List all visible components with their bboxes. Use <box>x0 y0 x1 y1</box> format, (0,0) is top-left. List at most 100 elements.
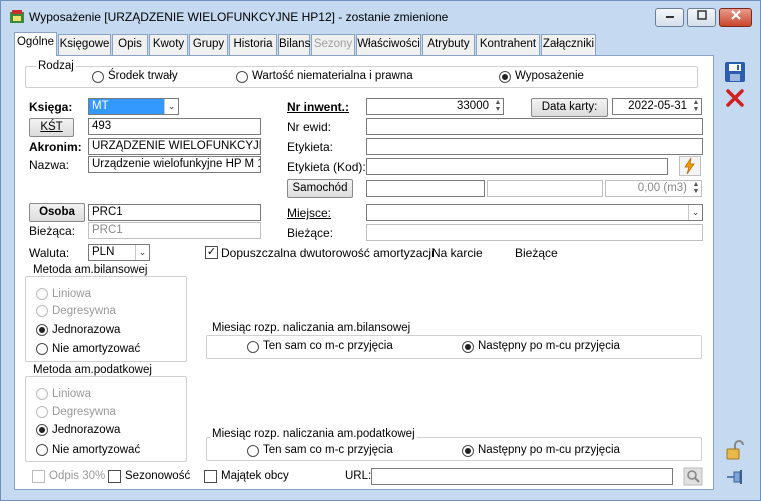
lightning-button[interactable] <box>679 156 701 176</box>
rodzaj-label: Rodzaj <box>36 60 76 72</box>
majatek-obcy-label: Majątek obcy <box>221 470 289 482</box>
pod-degresywna-radio <box>36 406 48 418</box>
rodzaj-srodek-trwaly-radio[interactable] <box>92 71 104 83</box>
pod-option-label: Degresywna <box>52 406 116 418</box>
general-panel: Rodzaj Środek trwały Wartość niematerial… <box>14 55 714 490</box>
bil-ten-sam-radio[interactable] <box>247 341 259 353</box>
tab-ksiegowe[interactable]: Księgowe <box>58 34 111 55</box>
pod-nie-amortyzowac-radio[interactable] <box>36 444 48 456</box>
miesiac-pod-option: Ten sam co m-c przyjęcia <box>263 444 393 456</box>
nr-ewid-field[interactable] <box>366 118 703 135</box>
spinner-icon[interactable]: ▲ ▼ <box>493 99 503 114</box>
etykieta-field[interactable] <box>366 138 703 155</box>
ksiega-value: MT <box>89 99 164 114</box>
majatek-obcy-checkbox[interactable] <box>204 470 217 483</box>
bil-nie-amortyzowac-radio[interactable] <box>36 343 48 355</box>
minimize-button[interactable] <box>655 8 684 27</box>
chevron-down-icon[interactable]: ⌄ <box>688 205 702 220</box>
spinner-icon[interactable]: ▲ ▼ <box>691 99 701 114</box>
url-open-button[interactable] <box>683 467 703 486</box>
url-label: URL: <box>345 470 372 482</box>
biezace-field <box>366 224 703 241</box>
bil-option-label: Degresywna <box>52 305 116 317</box>
tab-atrybuty[interactable]: Atrybuty <box>422 34 475 55</box>
pojemnosc-field: 0,00 (m3) ▲ ▼ <box>605 180 702 197</box>
data-karty-value: 2022-05-31 <box>628 100 687 112</box>
tab-wlasciwosci[interactable]: Właściwości <box>356 34 421 55</box>
nr-inwent-label: Nr inwent.: <box>287 100 349 114</box>
bil-degresywna-radio <box>36 305 48 317</box>
miejsce-select[interactable]: ⌄ <box>366 204 703 221</box>
delete-icon <box>726 89 744 107</box>
miesiac-pod-option: Następny po m-cu przyjęcia <box>478 444 620 456</box>
pod-option-label: Liniowa <box>52 388 91 400</box>
metoda-bil-label: Metoda am.bilansowej <box>31 264 150 276</box>
samochod-button[interactable]: Samochód <box>287 179 353 198</box>
maximize-button[interactable] <box>687 8 716 27</box>
url-field[interactable] <box>371 468 673 485</box>
tab-sezony: Sezony <box>311 34 355 55</box>
tab-kwoty[interactable]: Kwoty <box>149 34 188 55</box>
pod-liniowa-radio <box>36 388 48 400</box>
dwutorowosc-checkbox[interactable]: ✓ <box>205 246 218 259</box>
data-karty-button[interactable]: Data karty: <box>531 98 608 117</box>
etykieta-label: Etykieta: <box>287 140 334 154</box>
rodzaj-wyposazenie-radio[interactable] <box>499 71 511 83</box>
tab-grupy[interactable]: Grupy <box>189 34 228 55</box>
save-button[interactable] <box>724 61 746 83</box>
rodzaj-wartosc-niematerialna-radio[interactable] <box>236 71 248 83</box>
main-window: Wyposażenie [URZĄDZENIE WIELOFUNKCYJNE H… <box>0 0 761 501</box>
sezonowosc-checkbox[interactable] <box>108 470 121 483</box>
tab-ogolne[interactable]: Ogólne <box>14 32 57 56</box>
pojemnosc-value: 0,00 (m3) <box>637 182 687 194</box>
nr-inwent-field[interactable]: 33000 ▲ ▼ <box>366 98 504 115</box>
lock-button[interactable] <box>724 439 746 461</box>
waluta-select[interactable]: PLN ⌄ <box>88 244 150 261</box>
tab-kontrahent[interactable]: Kontrahent <box>476 34 540 55</box>
miejsce-label: Miejsce: <box>287 206 332 220</box>
delete-button[interactable] <box>724 87 746 109</box>
bil-jednorazowa-radio[interactable] <box>36 324 48 336</box>
chevron-down-icon[interactable]: ⌄ <box>135 245 149 260</box>
pod-ten-sam-radio[interactable] <box>247 445 259 457</box>
miesiac-bil-option: Następny po m-cu przyjęcia <box>478 340 620 352</box>
biezace-amort-label: Bieżące <box>515 246 558 260</box>
etykieta-kod-field[interactable] <box>366 158 668 175</box>
kst-button[interactable]: KŚT <box>29 118 74 137</box>
nazwa-label: Nazwa: <box>29 158 70 172</box>
kst-field[interactable]: 493 <box>88 118 261 135</box>
tab-historia[interactable]: Historia <box>229 34 277 55</box>
pod-option-label: Jednorazowa <box>52 424 121 436</box>
pin-icon <box>727 470 742 484</box>
tab-zalaczniki[interactable]: Załączniki <box>541 34 596 55</box>
tab-bilans[interactable]: Bilans <box>278 34 310 55</box>
samochod-field-1[interactable] <box>366 180 485 197</box>
app-icon <box>10 10 24 23</box>
save-icon <box>725 62 745 82</box>
pin-button[interactable] <box>724 466 746 488</box>
odpis-checkbox <box>32 470 45 483</box>
bil-nastepny-radio[interactable] <box>462 341 474 353</box>
close-button[interactable] <box>719 8 752 27</box>
pod-nastepny-radio[interactable] <box>462 445 474 457</box>
title-bar[interactable]: Wyposażenie [URZĄDZENIE WIELOFUNKCYJNE H… <box>1 1 760 31</box>
nazwa-field[interactable]: Urządzenie wielofunkyjne HP M 12 <box>88 156 261 173</box>
tab-opis[interactable]: Opis <box>112 34 148 55</box>
osoba-field[interactable]: PRC1 <box>88 204 261 221</box>
sezonowosc-label: Sezonowość <box>125 470 191 482</box>
bil-option-label: Nie amortyzować <box>52 343 141 355</box>
nr-inwent-value: 33000 <box>457 100 489 112</box>
pod-jednorazowa-radio[interactable] <box>36 424 48 436</box>
waluta-label: Waluta: <box>29 246 70 260</box>
rodzaj-option-label: Środek trwały <box>108 70 178 82</box>
maximize-icon <box>696 10 707 20</box>
biezaca-label: Bieżąca: <box>29 224 76 238</box>
lock-icon <box>726 440 744 460</box>
magnifier-icon <box>683 467 703 486</box>
osoba-button[interactable]: Osoba <box>29 203 85 222</box>
chevron-down-icon[interactable]: ⌄ <box>164 99 178 114</box>
data-karty-field[interactable]: 2022-05-31 ▲ ▼ <box>612 98 702 115</box>
ksiega-select[interactable]: MT ⌄ <box>88 98 179 115</box>
akronim-field[interactable]: URZĄDZENIE WIELOFUNKCYJNE H <box>88 138 261 155</box>
rodzaj-option-label: Wartość niematerialna i prawna <box>252 70 413 82</box>
